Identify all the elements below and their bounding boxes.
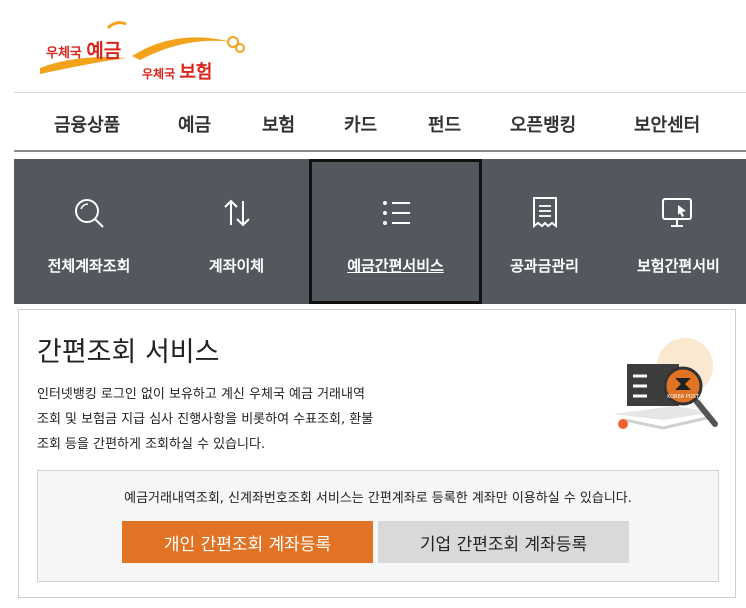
service-simple-insurance[interactable]: 보험간편서비 <box>607 159 746 304</box>
description-line: 조회 및 보험금 지급 심사 진행사항을 비롯하여 수표조회, 환불 <box>37 412 374 427</box>
service-simple-savings[interactable]: 예금간편서비스 <box>309 159 482 304</box>
description-line: 조회 등을 간편하게 조회하실 수 있습니다. <box>37 437 266 452</box>
transfer-arrows-icon <box>223 199 250 227</box>
logo-line2-prefix: 우체국 <box>142 67 176 81</box>
nav-item-open-banking[interactable]: 오픈뱅킹 <box>510 111 576 137</box>
nav-item-financial-products[interactable]: 금융상품 <box>54 111 120 137</box>
illustration-logo-text: KOREA POST <box>667 394 700 400</box>
top-navigation: 금융상품 예금 보험 카드 펀드 오픈뱅킹 보안센터 <box>14 92 746 152</box>
logo-line-insurance: 우체국 보험 <box>142 58 212 84</box>
service-transfer[interactable]: 계좌이체 <box>164 159 309 304</box>
nav-item-card[interactable]: 카드 <box>344 111 377 137</box>
notice-box: 예금거래내역조회, 신계좌번호조회 서비스는 간편계좌로 등록한 계좌만 이용하… <box>37 470 719 582</box>
logo-line-savings: 우체국 예금 <box>46 36 121 63</box>
search-icon <box>75 199 104 228</box>
service-utility-bills[interactable]: 공과금관리 <box>482 159 607 304</box>
logo-line1-prefix: 우체국 <box>46 46 82 61</box>
logo-line1-main: 예금 <box>86 40 122 62</box>
nav-item-security-center[interactable]: 보안센터 <box>634 111 700 137</box>
service-label-simple-insurance: 보험간편서비 <box>637 257 720 275</box>
register-personal-account-button[interactable]: 개인 간편조회 계좌등록 <box>122 521 373 563</box>
quick-service-bar: 전체계좌조회 계좌이체 예금간편서비스 공과금관리 보험간편서비 <box>14 159 746 304</box>
nav-item-savings[interactable]: 예금 <box>178 111 211 137</box>
monitor-icon <box>661 198 692 227</box>
service-label-all-accounts: 전체계좌조회 <box>47 257 131 275</box>
list-icon <box>382 201 410 225</box>
page-title: 간편조회 서비스 <box>37 337 220 368</box>
description-line: 인터넷뱅킹 로그인 없이 보유하고 계신 우체국 예금 거래내역 <box>37 387 365 402</box>
notice-message: 예금거래내역조회, 신계좌번호조회 서비스는 간편계좌로 등록한 계좌만 이용하… <box>124 491 632 506</box>
inquiry-illustration: KOREA POST <box>613 338 718 430</box>
service-description: 인터넷뱅킹 로그인 없이 보유하고 계신 우체국 예금 거래내역 조회 및 보험… <box>37 382 507 457</box>
receipt-icon <box>532 197 557 228</box>
woochegook-logo[interactable]: 우체국 예금 우체국 보험 <box>36 18 246 83</box>
service-label-utility-bills: 공과금관리 <box>509 257 579 275</box>
service-label-transfer: 계좌이체 <box>208 257 265 275</box>
nav-item-insurance[interactable]: 보험 <box>262 111 295 137</box>
simple-inquiry-panel: 간편조회 서비스 인터넷뱅킹 로그인 없이 보유하고 계신 우체국 예금 거래내… <box>18 309 736 598</box>
register-business-account-button[interactable]: 기업 간편조회 계좌등록 <box>378 521 629 563</box>
service-all-accounts[interactable]: 전체계좌조회 <box>14 159 164 304</box>
logo-line2-main: 보험 <box>179 62 213 83</box>
nav-item-fund[interactable]: 펀드 <box>428 111 461 137</box>
service-label-simple-savings: 예금간편서비스 <box>347 257 444 275</box>
